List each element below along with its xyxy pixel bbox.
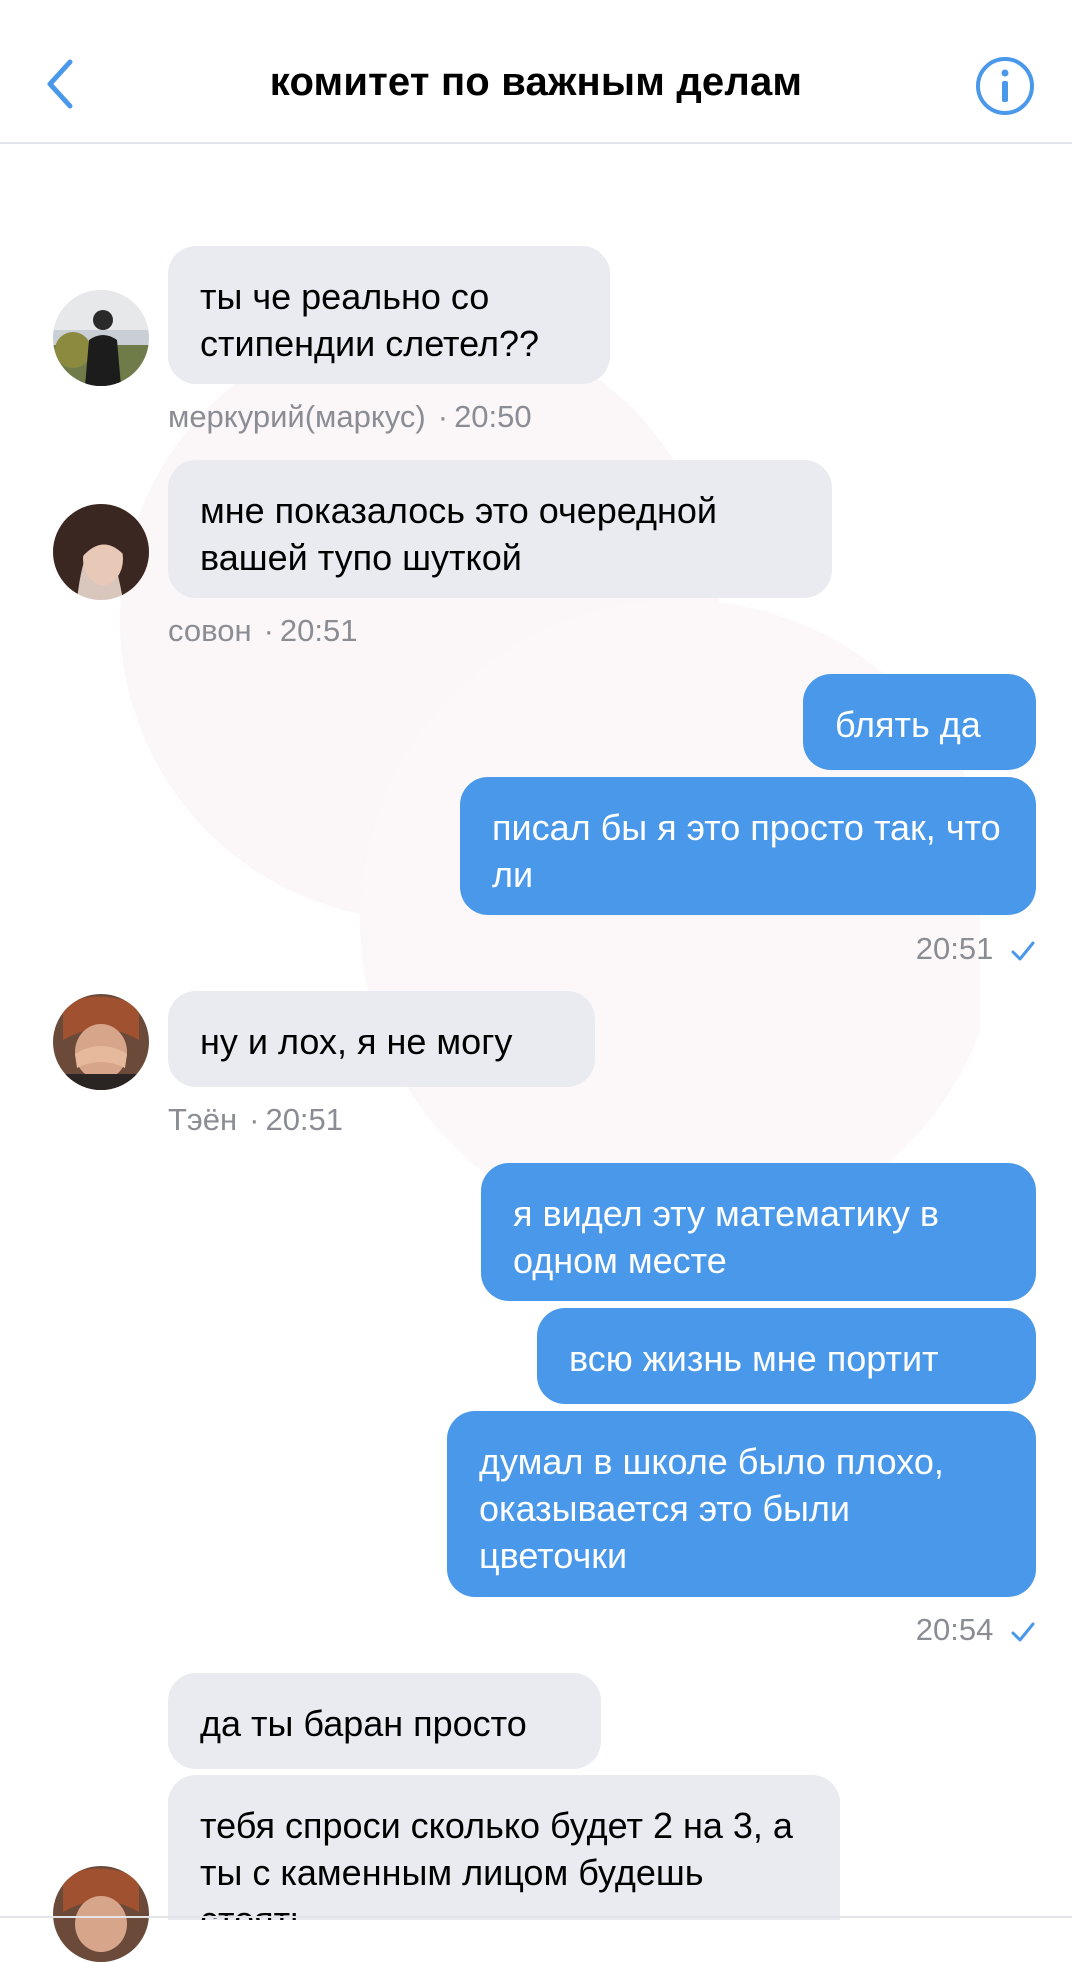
sender-name: совон (168, 613, 252, 648)
message-text: да ты баран просто (200, 1703, 527, 1744)
message-meta: Тэён · 20:51 (168, 1102, 344, 1137)
avatar[interactable] (53, 994, 149, 1090)
avatar[interactable] (53, 1866, 149, 1962)
message-text: блять да (835, 704, 981, 745)
message-text: всю жизнь мне портит (569, 1338, 939, 1379)
message-text: мне показалось это очередной вашей тупо … (200, 490, 718, 578)
message-time: 20:51 (265, 1102, 344, 1137)
message-meta: 20:54 (916, 1612, 1036, 1648)
message-bubble[interactable]: мне показалось это очередной вашей тупо … (168, 460, 832, 598)
message-text: писал бы я это просто так, что ли (492, 807, 1001, 895)
chat-title: комитет по важным делам (269, 60, 803, 104)
chat-header: комитет по важным делам (0, 0, 1072, 144)
message-text: ну и лох, я не могу (200, 1021, 513, 1062)
message-time: 20:51 (279, 613, 358, 648)
message-meta: совон · 20:51 (168, 613, 358, 648)
message-time: 20:50 (454, 399, 532, 434)
checkmark-icon (1011, 1622, 1035, 1642)
message-bubble[interactable]: ну и лох, я не могу (168, 991, 595, 1087)
avatar[interactable] (53, 290, 149, 386)
message-bubble[interactable]: блять да (803, 674, 1036, 770)
message-text: думал в школе было плохо, оказывается эт… (479, 1441, 944, 1576)
message-bubble[interactable]: думал в школе было плохо, оказывается эт… (447, 1411, 1036, 1597)
message-meta: меркурий(маркус) · 20:50 (168, 399, 532, 434)
message-bubble[interactable]: всю жизнь мне портит (537, 1308, 1036, 1404)
sender-name: Тэён (168, 1102, 238, 1137)
avatar[interactable] (53, 504, 149, 600)
info-icon[interactable] (975, 56, 1035, 116)
message-time: 20:51 (915, 931, 994, 966)
message-meta: 20:51 (916, 931, 1036, 967)
message-text: ты че реально со стипендии слетел?? (200, 276, 540, 364)
checkmark-icon (1011, 941, 1035, 961)
message-bubble[interactable]: да ты баран просто (168, 1673, 601, 1769)
bottom-divider (0, 1916, 1072, 1918)
message-text: тебя спроси сколько будет 2 на 3, а ты с… (200, 1805, 793, 1920)
message-bubble[interactable]: писал бы я это просто так, что ли (460, 777, 1036, 915)
sender-name: меркурий(маркус) (168, 399, 426, 434)
message-bubble[interactable]: ты че реально со стипендии слетел?? (168, 246, 610, 384)
message-text: я видел эту математику в одном месте (513, 1193, 939, 1281)
message-bubble[interactable]: я видел эту математику в одном месте (481, 1163, 1036, 1301)
message-bubble[interactable]: тебя спроси сколько будет 2 на 3, а ты с… (168, 1775, 840, 1920)
message-time: 20:54 (915, 1612, 994, 1647)
